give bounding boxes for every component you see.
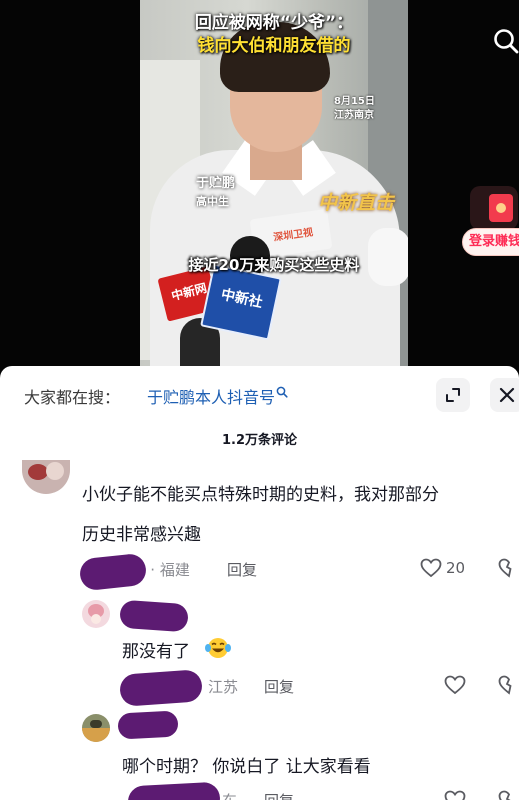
brand-watermark: 中新直击 bbox=[318, 192, 395, 214]
video-title-line1: 回应被网称“少爷”： bbox=[194, 13, 354, 33]
redaction-mark bbox=[118, 669, 204, 707]
heart-icon[interactable] bbox=[420, 558, 442, 578]
dislike-icon[interactable] bbox=[498, 790, 519, 800]
avatar[interactable] bbox=[82, 714, 110, 742]
reply-button[interactable]: 回复 bbox=[264, 790, 294, 800]
video-title-line2: 钱向大伯和朋友借的 bbox=[197, 36, 351, 56]
expand-icon bbox=[446, 388, 460, 402]
redaction-mark bbox=[117, 710, 179, 740]
person-role-caption: 高中生 bbox=[196, 195, 229, 208]
suggested-search-term[interactable]: 于贮鹏本人抖音号 bbox=[147, 384, 288, 408]
heart-icon[interactable] bbox=[444, 675, 466, 695]
redaction-mark bbox=[78, 552, 148, 592]
video-location: 江苏南京 bbox=[334, 110, 374, 121]
search-icon[interactable] bbox=[492, 27, 519, 54]
video-player[interactable]: 深圳卫视 中新网 中新社 回应被网称“少爷”： 钱向大伯和朋友借的 8月15日 … bbox=[0, 0, 519, 372]
suggested-search-bar[interactable]: 大家都在搜： 于贮鹏本人抖音号 bbox=[0, 366, 519, 424]
comment-meta: 东 bbox=[222, 790, 237, 800]
dislike-icon[interactable] bbox=[498, 675, 519, 695]
redaction-mark bbox=[127, 781, 221, 800]
comment-text: 那没有了 bbox=[122, 642, 190, 662]
red-envelope-icon bbox=[470, 186, 518, 230]
avatar[interactable] bbox=[22, 460, 70, 494]
person-name-caption: 于贮鹏 bbox=[196, 176, 236, 191]
login-earn-promo[interactable]: 登录赚钱 bbox=[462, 186, 519, 262]
video-subtitle: 接近20万来购买这些史料 bbox=[188, 256, 360, 274]
redaction-mark bbox=[119, 599, 189, 633]
search-prefix: 大家都在搜： bbox=[24, 388, 121, 407]
avatar[interactable] bbox=[82, 600, 110, 628]
comment-meta: 江苏 bbox=[208, 678, 239, 696]
close-button[interactable] bbox=[490, 378, 519, 412]
video-date: 8月15日 bbox=[334, 96, 375, 107]
like-count: 20 bbox=[446, 559, 466, 577]
comments-sheet: 大家都在搜： 于贮鹏本人抖音号 1.2万条评论 小伙子能不能买点特殊时期的史料，… bbox=[0, 366, 519, 800]
comment-text: 哪个时期？ 你说白了 让大家看看 bbox=[122, 757, 371, 777]
close-icon bbox=[499, 387, 515, 403]
reply-button[interactable]: 回复 bbox=[264, 676, 294, 697]
video-frame: 深圳卫视 中新网 中新社 回应被网称“少爷”： 钱向大伯和朋友借的 8月15日 … bbox=[140, 0, 408, 372]
expand-button[interactable] bbox=[436, 378, 470, 412]
laughing-tears-emoji-icon bbox=[205, 638, 231, 658]
heart-icon[interactable] bbox=[444, 790, 466, 800]
promo-label: 登录赚钱 bbox=[462, 228, 519, 256]
small-search-icon bbox=[276, 386, 288, 398]
comment-text-line2: 历史非常感兴趣 bbox=[82, 525, 201, 545]
comment-count: 1.2万条评论 bbox=[221, 433, 298, 448]
dislike-icon[interactable] bbox=[498, 558, 519, 578]
reply-button[interactable]: 回复 bbox=[227, 559, 257, 580]
comment-text-line1: 小伙子能不能买点特殊时期的史料，我对那部分 bbox=[82, 485, 439, 505]
